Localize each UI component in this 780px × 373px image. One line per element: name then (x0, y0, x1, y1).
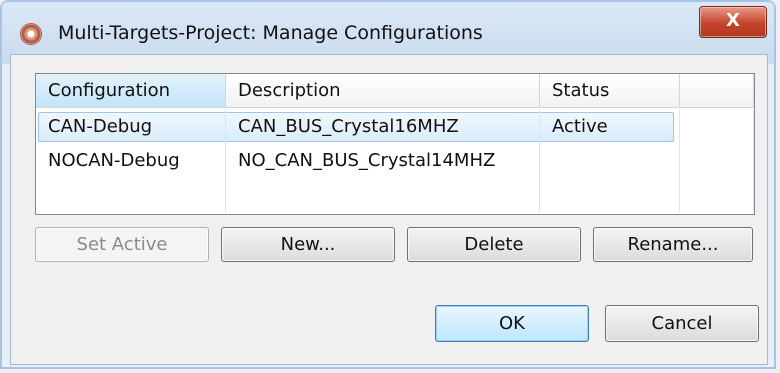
table-header: Configuration Description Status (36, 74, 754, 108)
manage-configurations-dialog: Multi-Targets-Project: Manage Configurat… (0, 0, 776, 369)
cell-empty (226, 178, 540, 212)
set-active-button[interactable]: Set Active (35, 227, 209, 262)
cell-empty (680, 144, 754, 178)
column-header-status[interactable]: Status (540, 74, 680, 108)
cell-status (540, 144, 680, 178)
table-row[interactable]: NOCAN-Debug NO_CAN_BUS_Crystal14MHZ (36, 144, 754, 178)
window-title: Multi-Targets-Project: Manage Configurat… (58, 22, 483, 44)
new-button[interactable]: New... (221, 227, 395, 262)
cell-empty (540, 178, 680, 212)
delete-button[interactable]: Delete (407, 227, 581, 262)
cell-description: CAN_BUS_Crystal16MHZ (226, 110, 540, 144)
cell-empty (36, 178, 226, 212)
cell-empty (680, 178, 754, 212)
column-header-filler (680, 74, 754, 108)
cell-status: Active (540, 110, 680, 144)
cell-configuration: NOCAN-Debug (36, 144, 226, 178)
ok-button[interactable]: OK (435, 305, 589, 342)
cancel-button[interactable]: Cancel (605, 305, 759, 342)
column-header-description[interactable]: Description (226, 74, 540, 108)
dialog-body: Configuration Description Status CAN-Deb… (10, 54, 768, 365)
table-row[interactable]: CAN-Debug CAN_BUS_Crystal16MHZ Active (36, 110, 754, 144)
cell-description: NO_CAN_BUS_Crystal14MHZ (226, 144, 540, 178)
rename-button[interactable]: Rename... (593, 227, 753, 262)
cell-configuration: CAN-Debug (36, 110, 226, 144)
table-row-empty (36, 178, 754, 212)
cell-empty (680, 110, 754, 144)
app-icon (20, 23, 42, 45)
column-header-configuration[interactable]: Configuration (36, 74, 226, 108)
configurations-table: Configuration Description Status CAN-Deb… (35, 73, 755, 215)
close-button[interactable]: X (699, 6, 767, 38)
